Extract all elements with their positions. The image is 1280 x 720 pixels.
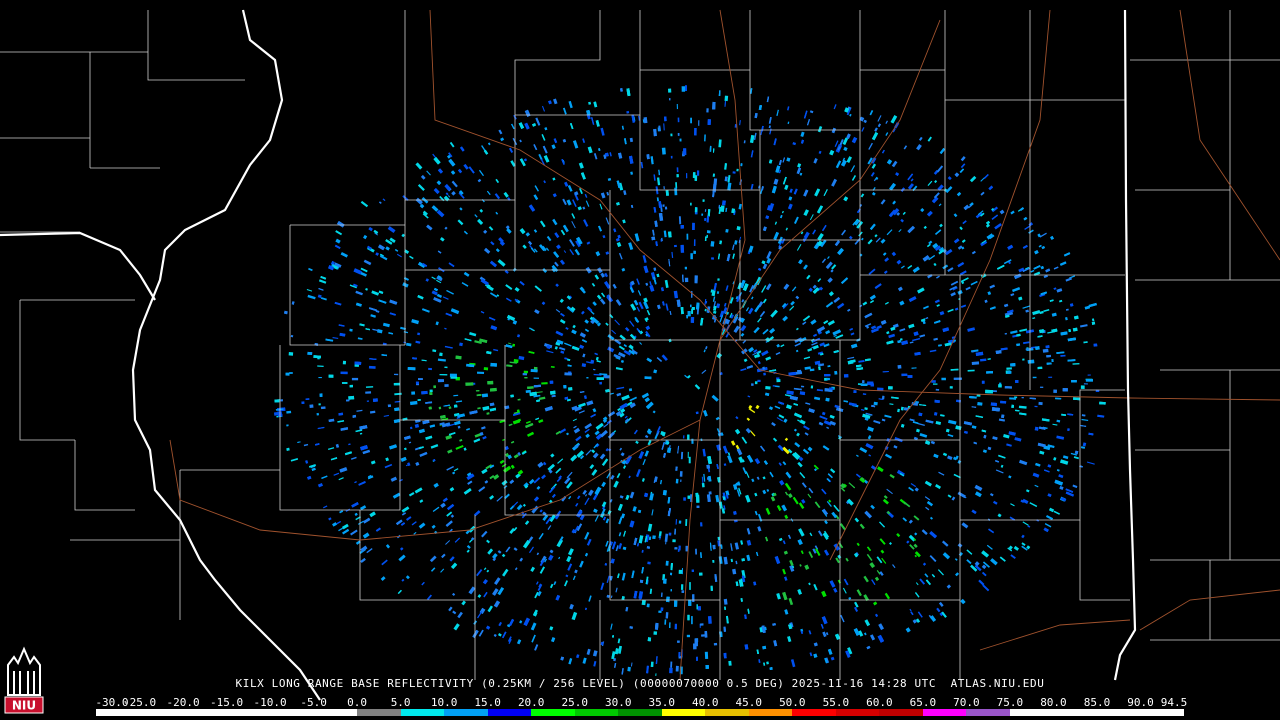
scale-label: 25.0 xyxy=(561,696,588,709)
scale-label: -15.0 xyxy=(209,696,244,709)
scale-swatch xyxy=(183,709,227,716)
logo-text: NIU xyxy=(12,699,36,713)
scale-label: -10.0 xyxy=(253,696,287,709)
scale-label: 0.0 xyxy=(347,696,368,709)
scale-label: 10.0 xyxy=(430,696,458,709)
scale-label: 90.0 xyxy=(1127,696,1154,709)
scale-label: 5.0 xyxy=(390,696,411,709)
scale-label: 94.5 xyxy=(1160,696,1188,709)
scale-swatch xyxy=(1140,709,1184,716)
scale-swatch xyxy=(1096,709,1141,716)
scale-label: 70.0 xyxy=(953,696,980,709)
product-datetime: 2025-11-16 14:28 UTC xyxy=(791,677,937,690)
scale-swatch xyxy=(792,709,836,716)
scale-swatch xyxy=(574,709,619,716)
scale-swatch xyxy=(661,709,706,716)
scale-label: 35.0 xyxy=(648,696,676,709)
scale-swatch xyxy=(487,709,532,716)
color-scale-bar xyxy=(96,709,1184,716)
scale-swatch xyxy=(966,709,1010,716)
scale-label: 15.0 xyxy=(474,696,501,709)
product-title: KILX LONG RANGE BASE REFLECTIVITY (0.25K… xyxy=(235,677,785,690)
scale-label: 45.0 xyxy=(735,696,763,709)
color-scale-labels: -30.0 -25.0 -20.0 -15.0 -10.0 -5.0 0.0 5.0 10.0 1… xyxy=(95,696,1196,709)
scale-swatch xyxy=(357,709,401,716)
scale-swatch xyxy=(705,709,749,716)
scale-label: 50.0 xyxy=(779,696,806,709)
scale-swatch xyxy=(618,709,662,716)
scale-label: 80.0 xyxy=(1040,696,1067,709)
scale-label: 55.0 xyxy=(822,696,850,709)
scale-swatch xyxy=(139,709,184,716)
scale-label: -25.0 xyxy=(122,696,157,709)
scale-swatch xyxy=(313,709,358,716)
scale-swatch xyxy=(226,709,271,716)
scale-label: 30.0 xyxy=(604,696,632,709)
scale-label: 60.0 xyxy=(866,696,893,709)
scale-label: 75.0 xyxy=(996,696,1024,709)
scale-label: -5.0 xyxy=(300,696,327,709)
scale-swatch xyxy=(531,709,575,716)
scale-swatch xyxy=(879,709,923,716)
scale-swatch xyxy=(1053,709,1097,716)
scale-label: -20.0 xyxy=(166,696,200,709)
source-site: ATLAS.NIU.EDU xyxy=(950,677,1045,690)
scale-label: 20.0 xyxy=(517,696,545,709)
product-header: KILX LONG RANGE BASE REFLECTIVITY (0.25K… xyxy=(0,677,1280,690)
scale-swatch xyxy=(400,709,445,716)
scale-swatch xyxy=(748,709,793,716)
scale-label: 85.0 xyxy=(1083,696,1111,709)
scale-swatch xyxy=(270,709,314,716)
scale-swatch xyxy=(835,709,880,716)
scale-swatch xyxy=(1009,709,1054,716)
scale-label: 65.0 xyxy=(909,696,937,709)
scale-label: 40.0 xyxy=(692,696,719,709)
radar-map[interactable] xyxy=(0,0,1280,720)
scale-swatch xyxy=(922,709,967,716)
scale-swatch xyxy=(96,709,140,716)
scale-swatch xyxy=(444,709,488,716)
